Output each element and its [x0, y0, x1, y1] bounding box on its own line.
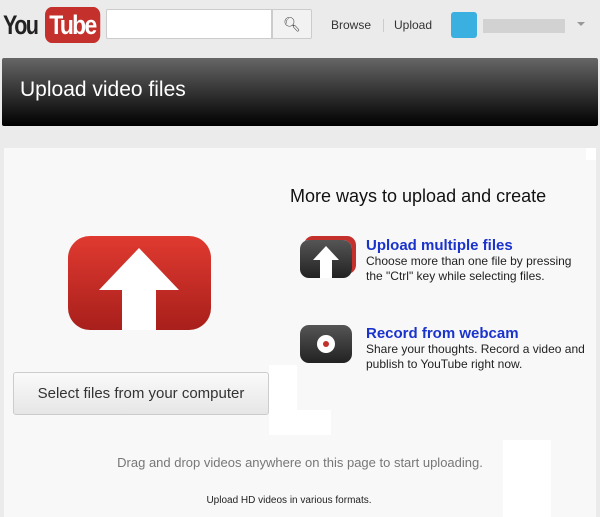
record-webcam-link[interactable]: Record from webcam — [366, 325, 586, 342]
upload-link[interactable]: Upload — [394, 18, 432, 32]
webcam-desc: Share your thoughts. Record a video and … — [366, 342, 585, 371]
option-webcam: Record from webcam Share your thoughts. … — [366, 325, 586, 372]
search-input[interactable] — [106, 9, 272, 39]
upload-arrow-icon[interactable] — [68, 236, 211, 330]
white-patch — [269, 365, 297, 435]
search-icon: 🔍︎ — [283, 15, 301, 32]
webcam-record-icon[interactable] — [300, 325, 352, 363]
youtube-logo[interactable]: You Tube — [3, 7, 110, 43]
hd-info-text: Upload HD videos in various formats. — [206, 495, 372, 506]
upload-multiple-desc: Choose more than one file by pressing th… — [366, 254, 572, 283]
option-upload-multiple: Upload multiple files Choose more than o… — [366, 237, 586, 284]
top-bar: You Tube 🔍︎ Browse Upload — [0, 0, 600, 55]
page-title: Upload video files — [20, 78, 186, 101]
chevron-down-icon[interactable] — [577, 22, 585, 30]
search-button[interactable]: 🔍︎ — [272, 9, 312, 39]
page-header: Upload video files — [2, 58, 598, 126]
select-files-button[interactable]: Select files from your computer — [13, 372, 269, 415]
username-blurred[interactable] — [483, 19, 565, 33]
white-patch — [297, 410, 331, 435]
avatar[interactable] — [451, 12, 477, 38]
drag-drop-hint: Drag and drop videos anywhere on this pa… — [117, 455, 483, 470]
upload-multiple-icon[interactable] — [300, 240, 352, 278]
logo-you: You — [3, 9, 39, 40]
upload-multiple-link[interactable]: Upload multiple files — [366, 237, 586, 254]
browse-link[interactable]: Browse — [331, 18, 371, 32]
scroll-corner — [586, 148, 596, 160]
nav-divider — [383, 19, 384, 32]
more-ways-title: More ways to upload and create — [290, 186, 547, 206]
logo-tube: Tube — [45, 7, 100, 43]
